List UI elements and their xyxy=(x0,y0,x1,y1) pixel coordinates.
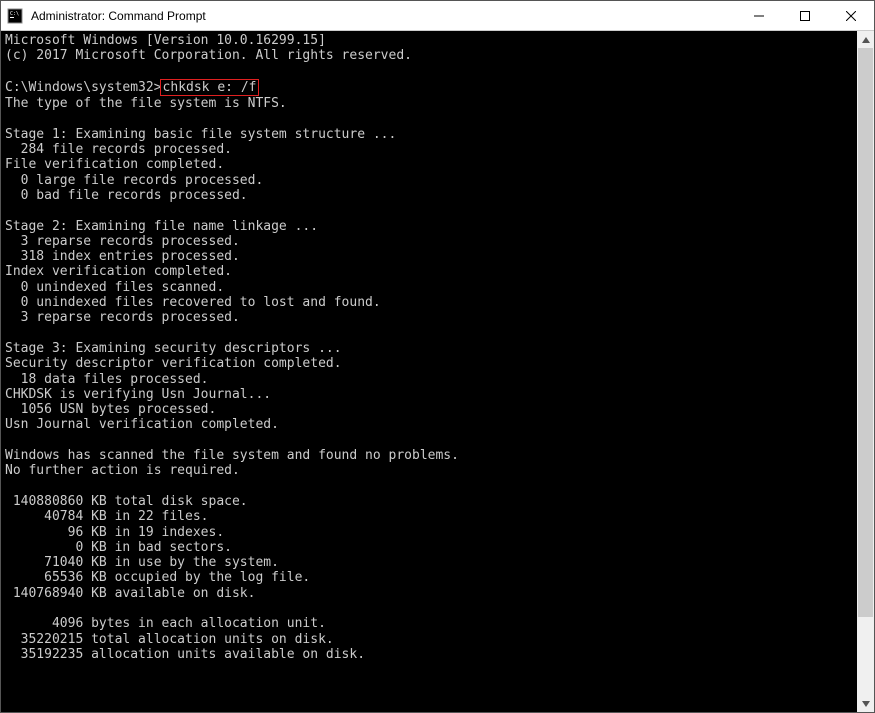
terminal-line xyxy=(5,64,853,79)
terminal-area: Microsoft Windows [Version 10.0.16299.15… xyxy=(1,31,874,712)
terminal-line: 71040 KB in use by the system. xyxy=(5,555,853,570)
terminal-line: The type of the file system is NTFS. xyxy=(5,96,853,111)
minimize-button[interactable] xyxy=(736,1,782,31)
terminal-line: 3 reparse records processed. xyxy=(5,234,853,249)
terminal-line: 0 unindexed files recovered to lost and … xyxy=(5,295,853,310)
terminal-line: 96 KB in 19 indexes. xyxy=(5,525,853,540)
terminal-line: No further action is required. xyxy=(5,463,853,478)
maximize-button[interactable] xyxy=(782,1,828,31)
terminal-line: Security descriptor verification complet… xyxy=(5,356,853,371)
prompt-line: C:\Windows\system32>chkdsk e: /f xyxy=(5,79,853,96)
terminal-line: 318 index entries processed. xyxy=(5,249,853,264)
terminal-line: 1056 USN bytes processed. xyxy=(5,402,853,417)
terminal-line: Index verification completed. xyxy=(5,264,853,279)
terminal-line: 140768940 KB available on disk. xyxy=(5,586,853,601)
scroll-thumb[interactable] xyxy=(858,48,873,617)
terminal-line: 284 file records processed. xyxy=(5,142,853,157)
terminal-line: Stage 3: Examining security descriptors … xyxy=(5,341,853,356)
terminal-line: 40784 KB in 22 files. xyxy=(5,509,853,524)
terminal-line xyxy=(5,203,853,218)
terminal-line xyxy=(5,433,853,448)
terminal-line: Stage 2: Examining file name linkage ... xyxy=(5,219,853,234)
terminal-line: Windows has scanned the file system and … xyxy=(5,448,853,463)
terminal-line: 3 reparse records processed. xyxy=(5,310,853,325)
terminal-line: 0 KB in bad sectors. xyxy=(5,540,853,555)
terminal-line: CHKDSK is verifying Usn Journal... xyxy=(5,387,853,402)
terminal-line: Stage 1: Examining basic file system str… xyxy=(5,127,853,142)
terminal-line xyxy=(5,111,853,126)
window-controls xyxy=(736,1,874,31)
terminal-line: 0 unindexed files scanned. xyxy=(5,280,853,295)
terminal-line: File verification completed. xyxy=(5,157,853,172)
terminal-line: 0 bad file records processed. xyxy=(5,188,853,203)
terminal-line xyxy=(5,601,853,616)
terminal-line: (c) 2017 Microsoft Corporation. All righ… xyxy=(5,48,853,63)
terminal-line: 18 data files processed. xyxy=(5,372,853,387)
terminal-line: Usn Journal verification completed. xyxy=(5,417,853,432)
terminal-line: 35192235 allocation units available on d… xyxy=(5,647,853,662)
scroll-track[interactable] xyxy=(857,48,874,695)
svg-text:C:\: C:\ xyxy=(10,11,19,17)
prompt-path: C:\Windows\system32> xyxy=(5,80,162,95)
scroll-down-arrow[interactable] xyxy=(857,695,874,712)
window-titlebar: C:\ Administrator: Command Prompt xyxy=(1,1,874,31)
terminal-line: 35220215 total allocation units on disk. xyxy=(5,632,853,647)
terminal-line: 0 large file records processed. xyxy=(5,173,853,188)
terminal-line: 4096 bytes in each allocation unit. xyxy=(5,616,853,631)
terminal-line: 140880860 KB total disk space. xyxy=(5,494,853,509)
terminal-output[interactable]: Microsoft Windows [Version 10.0.16299.15… xyxy=(1,31,857,712)
scrollbar-vertical[interactable] xyxy=(857,31,874,712)
terminal-line: Microsoft Windows [Version 10.0.16299.15… xyxy=(5,33,853,48)
app-icon: C:\ xyxy=(7,8,23,24)
close-button[interactable] xyxy=(828,1,874,31)
terminal-line xyxy=(5,479,853,494)
window-title: Administrator: Command Prompt xyxy=(29,9,736,23)
scroll-up-arrow[interactable] xyxy=(857,31,874,48)
terminal-line: 65536 KB occupied by the log file. xyxy=(5,570,853,585)
highlighted-command: chkdsk e: /f xyxy=(160,79,260,96)
terminal-line xyxy=(5,326,853,341)
